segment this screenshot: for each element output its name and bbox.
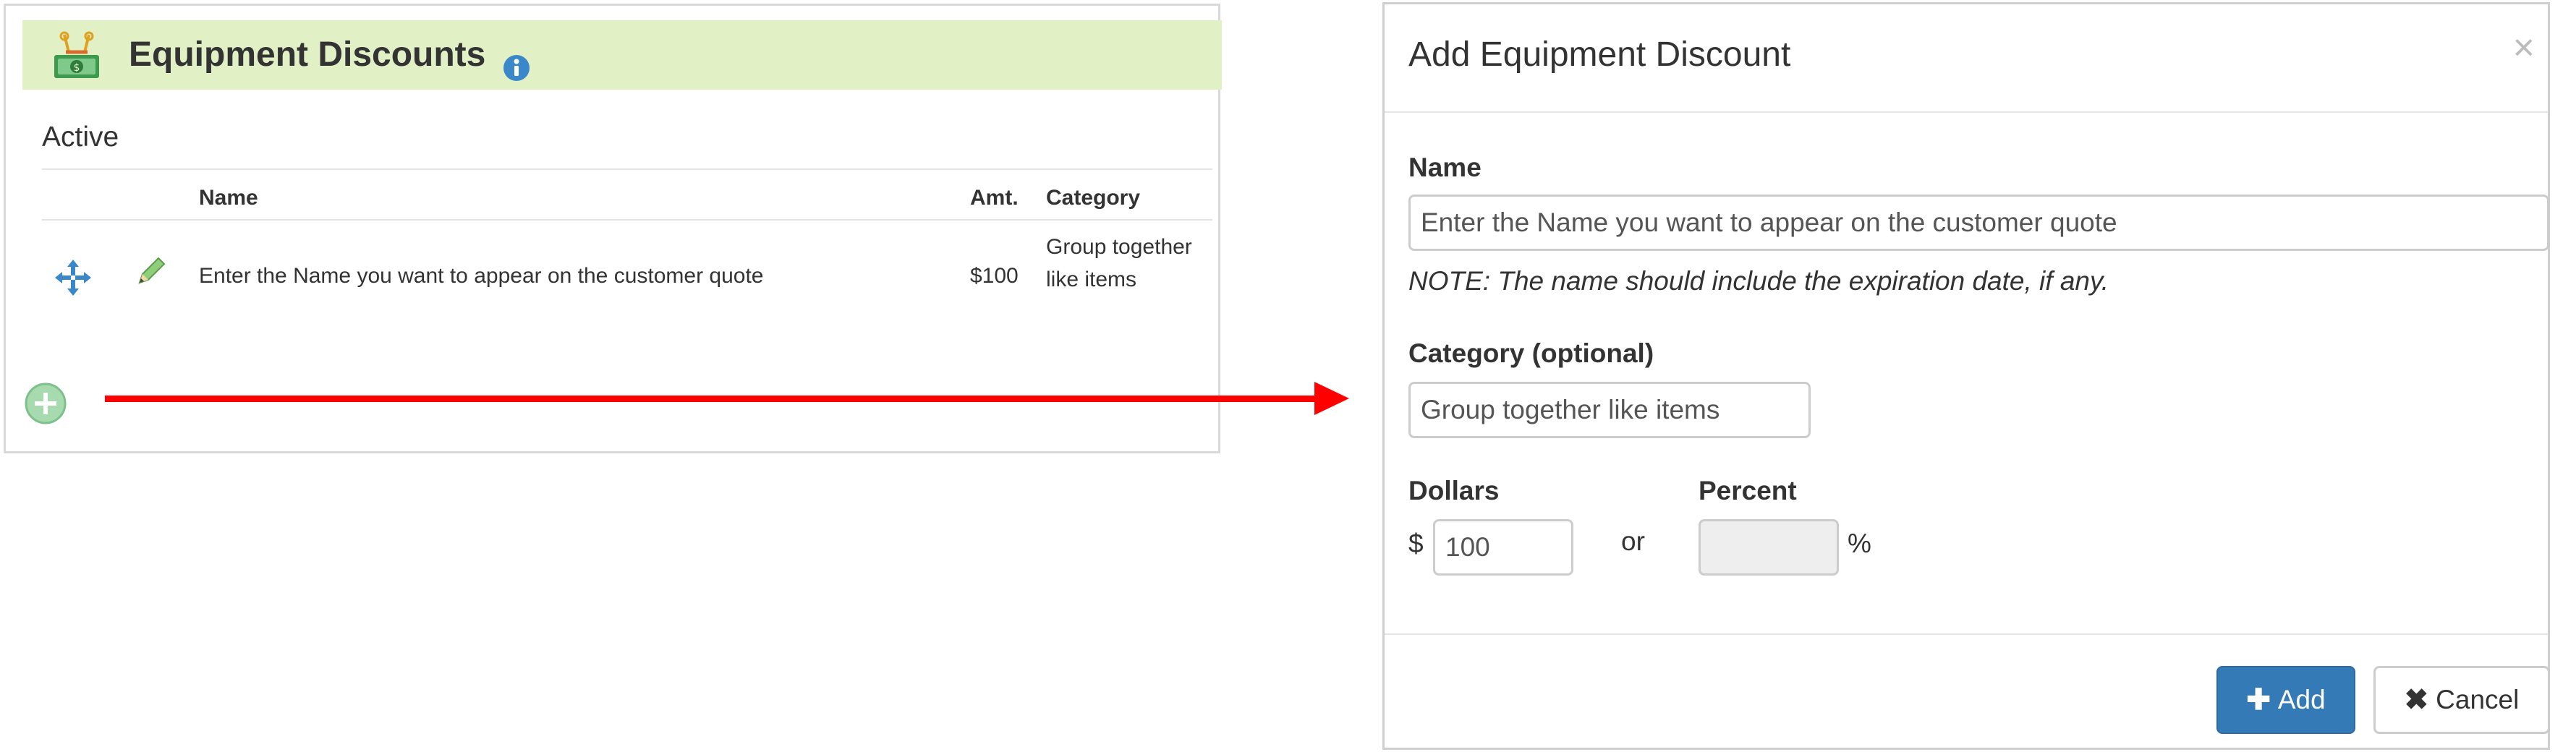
percent-suffix: %	[1848, 529, 1871, 558]
name-label: Name	[1408, 153, 1482, 182]
pencil-icon[interactable]	[132, 254, 169, 290]
modal-header: Add Equipment Discount ×	[1385, 4, 2548, 113]
name-note: NOTE: The name should include the expira…	[1408, 266, 2109, 296]
dollars-prefix: $	[1408, 529, 1424, 558]
red-arrow-annotation	[105, 382, 1349, 415]
column-header-amount: Amt.	[970, 186, 1019, 210]
modal-footer-divider	[1385, 633, 2548, 635]
dollars-input[interactable]	[1433, 519, 1573, 576]
row-category: Group together like items	[1046, 235, 1192, 291]
table-header: Name Amt. Category	[42, 168, 1212, 221]
plus-icon: ✚	[2246, 684, 2271, 716]
cancel-button[interactable]: ✖ Cancel	[2373, 666, 2550, 734]
row-amount: $100	[970, 264, 1019, 288]
plus-circle-icon[interactable]	[24, 382, 67, 425]
category-input[interactable]	[1408, 382, 1811, 438]
category-label: Category (optional)	[1408, 338, 1654, 368]
modal-title: Add Equipment Discount	[1408, 35, 1791, 74]
panel-header: $ Equipment Discounts	[22, 20, 1222, 90]
dollars-label: Dollars	[1408, 476, 1500, 505]
column-header-name: Name	[199, 186, 258, 210]
or-text: or	[1621, 526, 1645, 556]
info-icon[interactable]	[502, 54, 531, 82]
percent-input[interactable]	[1699, 519, 1839, 576]
svg-text:$: $	[74, 62, 80, 74]
add-button-label: Add	[2277, 685, 2326, 714]
active-section-label: Active	[42, 121, 119, 153]
name-input[interactable]	[1408, 195, 2549, 251]
table-row: Enter the Name you want to appear on the…	[42, 221, 1212, 336]
row-name: Enter the Name you want to appear on the…	[199, 264, 764, 288]
add-button[interactable]: ✚ Add	[2216, 666, 2355, 734]
close-icon[interactable]: ×	[2513, 29, 2535, 67]
x-icon: ✖	[2404, 684, 2429, 716]
percent-label: Percent	[1699, 476, 1797, 505]
add-equipment-discount-modal: Add Equipment Discount × Name NOTE: The …	[1382, 2, 2550, 750]
column-header-category: Category	[1046, 186, 1141, 210]
panel-title: Equipment Discounts	[129, 35, 486, 74]
move-arrows-icon[interactable]	[54, 258, 93, 297]
cancel-button-label: Cancel	[2436, 685, 2520, 714]
money-discount-icon: $	[54, 31, 99, 78]
